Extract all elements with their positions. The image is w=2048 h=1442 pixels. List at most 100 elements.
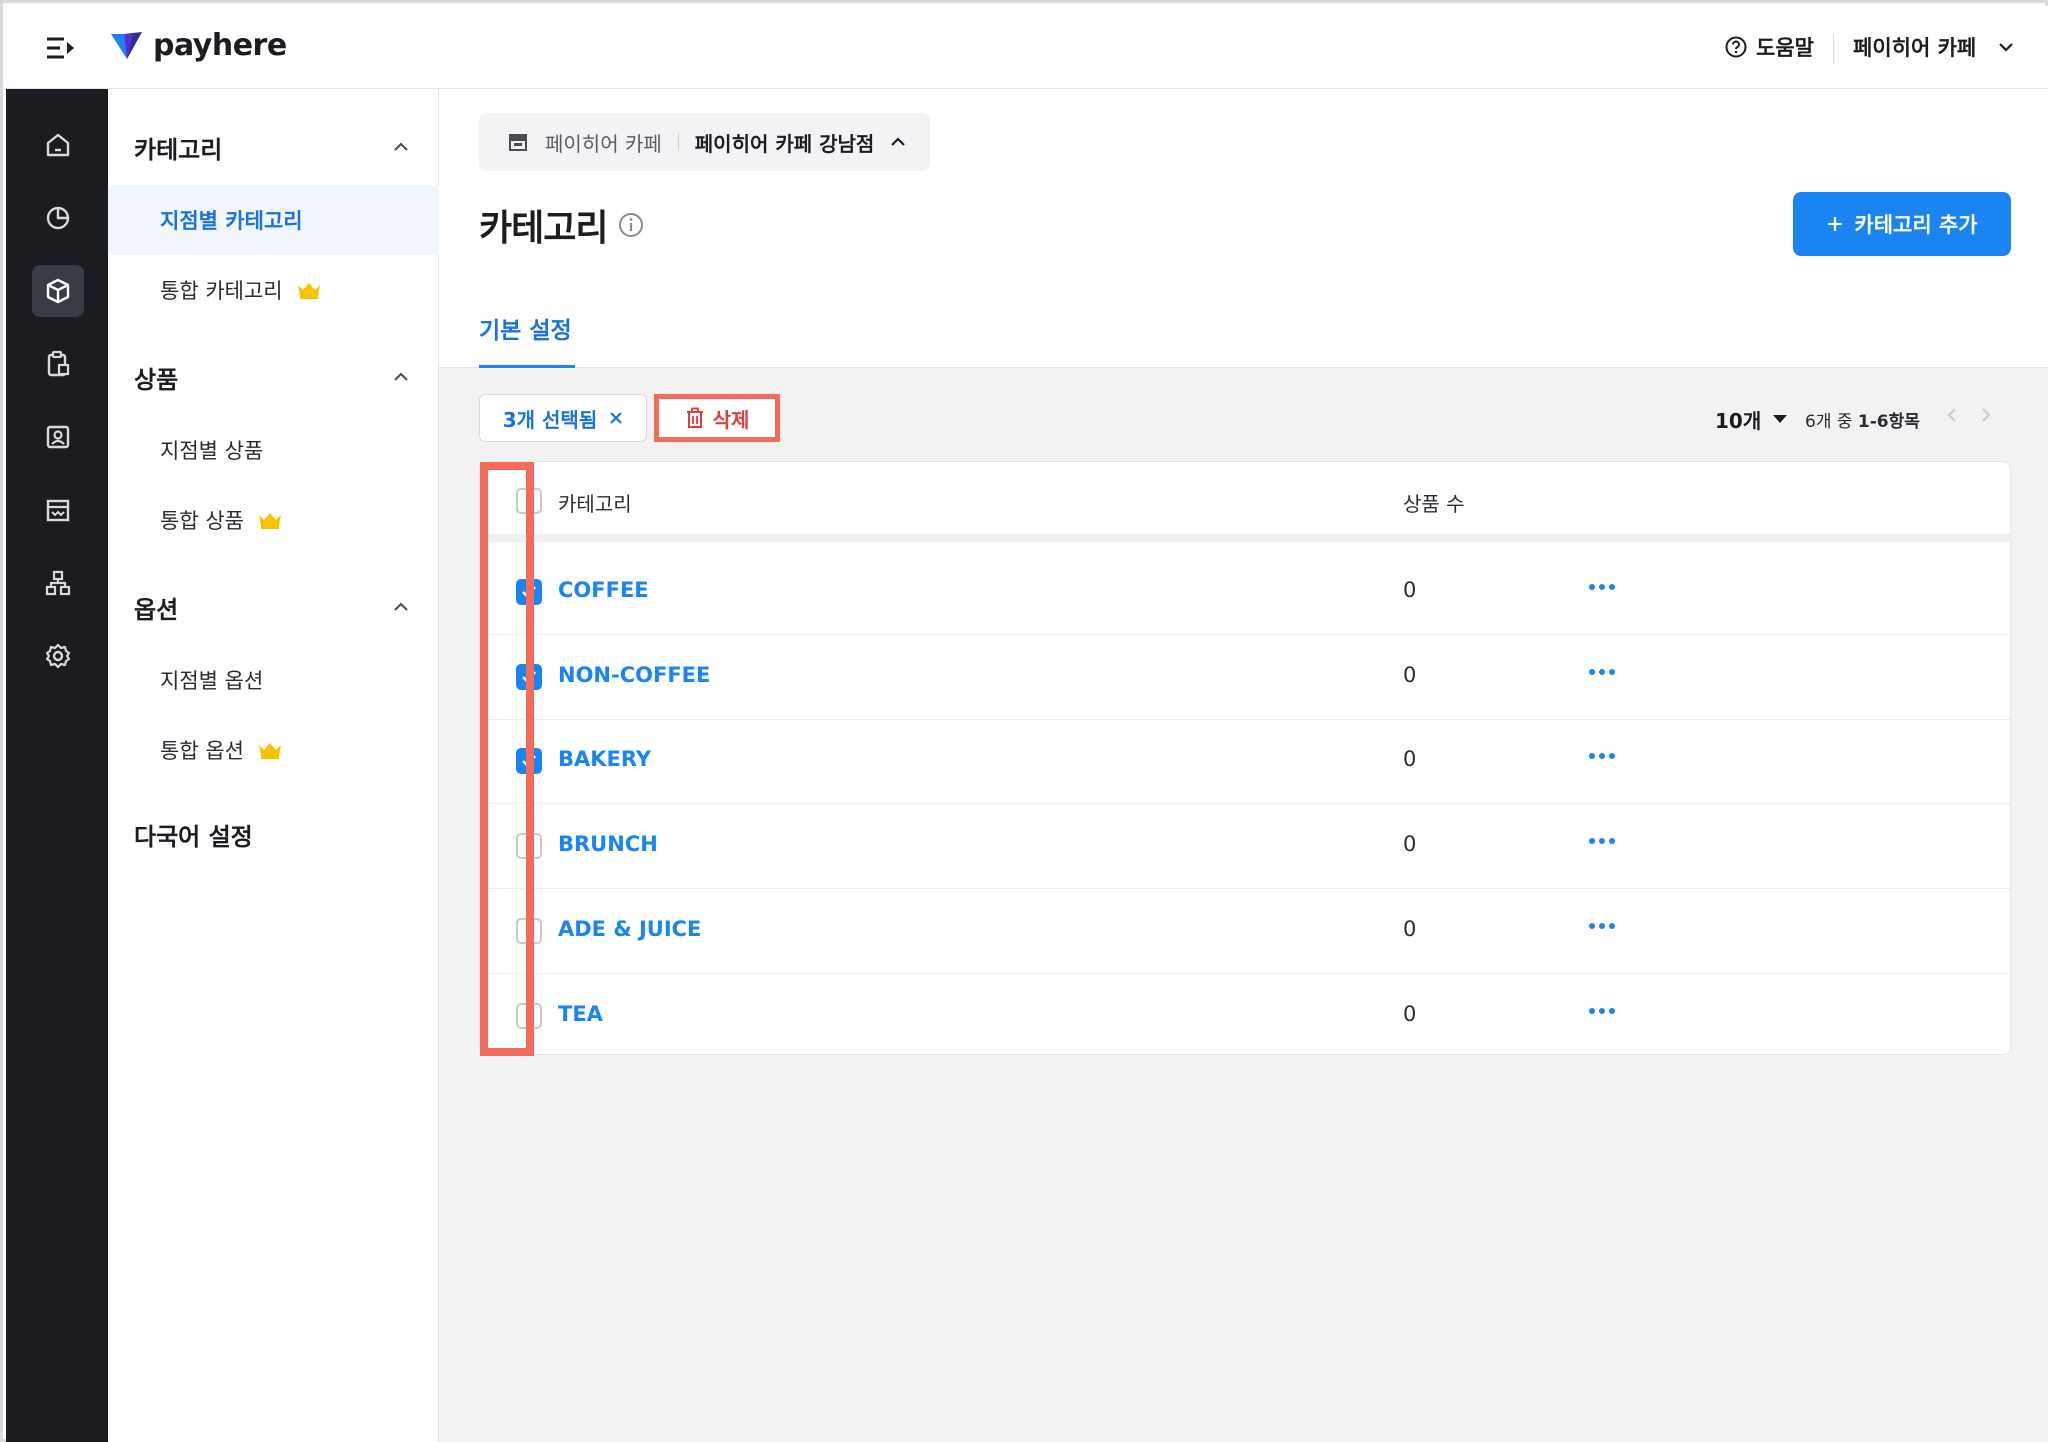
row-checkbox[interactable]: [516, 1002, 542, 1029]
row-more-button[interactable]: [1588, 576, 1616, 595]
row-checkbox[interactable]: [516, 748, 542, 775]
table-row[interactable]: BAKERY 0: [480, 719, 2010, 805]
info-icon[interactable]: [617, 211, 645, 239]
chevron-right-icon[interactable]: [1981, 407, 1991, 423]
delete-label: 삭제: [712, 407, 750, 432]
product-count: 0: [1403, 916, 1417, 941]
nav-item-integrated-product[interactable]: 통합 상품: [108, 485, 439, 555]
contact-card-icon: [46, 425, 70, 449]
top-header: payhere 도움말 페이히어 카페: [6, 6, 2048, 89]
store-switcher[interactable]: 페이히어 카페: [1853, 32, 2014, 62]
nav-section-title: 카테고리: [134, 135, 223, 164]
nav-item-label: 통합 상품: [160, 509, 244, 533]
logo[interactable]: payhere: [111, 28, 287, 63]
chevron-up-icon: [394, 602, 408, 611]
select-all-checkbox[interactable]: [516, 488, 542, 514]
store-breadcrumb[interactable]: 페이히어 카페 페이히어 카페 강남점: [479, 113, 931, 171]
category-name-link[interactable]: TEA: [558, 1002, 603, 1026]
more-horizontal-icon: [1589, 838, 1615, 845]
nav-item-integrated-option[interactable]: 통합 옵션: [108, 715, 439, 785]
close-icon[interactable]: [609, 411, 623, 425]
row-checkbox[interactable]: [516, 579, 542, 605]
category-name-link[interactable]: BAKERY: [558, 747, 651, 771]
table-row[interactable]: NON-COFFEE 0: [480, 635, 2010, 720]
row-checkbox[interactable]: [516, 917, 542, 944]
rail-store[interactable]: [32, 484, 84, 536]
selection-chip[interactable]: 3개 선택됨: [479, 394, 647, 442]
plus-icon: [1828, 217, 1843, 231]
chevron-up-icon: [394, 372, 408, 381]
range-value: 1-6항목: [1857, 412, 1920, 432]
rail-home[interactable]: [32, 119, 84, 171]
nav-item-integrated-category[interactable]: 통합 카테고리: [108, 255, 439, 325]
chevron-left-icon[interactable]: [1947, 407, 1957, 423]
check-icon: [522, 670, 536, 683]
crown-icon: [258, 743, 281, 759]
question-circle-icon: [1725, 36, 1747, 58]
menu-toggle-icon[interactable]: [44, 34, 76, 62]
table-row[interactable]: BRUNCH 0: [480, 804, 2010, 890]
secondary-nav: 카테고리 지점별 카테고리 통합 카테고리 상품 지점별 상품 통합 상품 옵션…: [108, 89, 439, 1442]
nav-item-label: 통합 옵션: [160, 739, 244, 763]
breadcrumb-branch: 페이히어 카페 강남점: [694, 131, 875, 156]
more-horizontal-icon: [1589, 584, 1615, 590]
rail-organization[interactable]: [32, 557, 84, 609]
table-row[interactable]: COFFEE 0: [480, 550, 2010, 635]
trash-icon: [686, 407, 703, 428]
main-content: 페이히어 카페 페이히어 카페 강남점 카테고리 카테고리 추가 기본 설정 3…: [439, 89, 2048, 1442]
rail-products[interactable]: [32, 265, 84, 317]
crown-icon: [258, 513, 281, 529]
pagination-range: 6개 중 1-6항목: [1805, 407, 1920, 432]
category-name-link[interactable]: BRUNCH: [558, 832, 658, 856]
delete-button[interactable]: 삭제: [654, 394, 780, 442]
header-divider: [1833, 34, 1834, 64]
rail-orders[interactable]: [32, 338, 84, 390]
nav-section-category[interactable]: 카테고리: [108, 117, 439, 177]
store-name: 페이히어 카페: [1853, 36, 1977, 60]
column-header-product-count: 상품 수: [1403, 492, 1465, 516]
crown-icon: [297, 283, 320, 299]
table-row[interactable]: ADE & JUICE 0: [480, 889, 2010, 974]
category-name-link[interactable]: ADE & JUICE: [558, 917, 701, 941]
row-more-button[interactable]: [1588, 745, 1616, 764]
table-row[interactable]: TEA 0: [480, 974, 2010, 1055]
nav-section-option[interactable]: 옵션: [108, 577, 439, 637]
breadcrumb-separator: [677, 133, 679, 151]
rail-customers[interactable]: [32, 411, 84, 463]
chevron-up-icon: [394, 142, 408, 151]
tab-basic-settings[interactable]: 기본 설정: [479, 311, 575, 368]
help-label: 도움말: [1756, 36, 1814, 60]
page-size-select[interactable]: 10개: [1715, 405, 1788, 434]
category-name-link[interactable]: COFFEE: [558, 578, 649, 602]
category-name-link[interactable]: NON-COFFEE: [558, 663, 710, 687]
page-title-text: 카테고리: [479, 208, 608, 249]
range-prefix: 6개 중: [1805, 412, 1853, 432]
breadcrumb-store: 페이히어 카페: [545, 131, 662, 156]
product-count: 0: [1403, 578, 1417, 602]
selected-count-label: 3개 선택됨: [502, 407, 598, 432]
row-more-button[interactable]: [1588, 1000, 1616, 1019]
row-more-button[interactable]: [1588, 915, 1616, 934]
rail-reports[interactable]: [32, 192, 84, 244]
nav-item-branch-product[interactable]: 지점별 상품: [108, 415, 439, 485]
row-more-button[interactable]: [1588, 830, 1616, 849]
nav-item-branch-option[interactable]: 지점별 옵션: [108, 645, 439, 715]
column-header-category: 카테고리: [558, 492, 632, 516]
row-checkbox[interactable]: [516, 663, 542, 690]
nav-item-branch-category[interactable]: 지점별 카테고리: [108, 185, 439, 255]
gear-icon: [45, 643, 71, 669]
add-category-button[interactable]: 카테고리 추가: [1793, 192, 2011, 256]
org-chart-icon: [45, 570, 71, 596]
clipboard-icon: [47, 350, 70, 377]
nav-section-product[interactable]: 상품: [108, 347, 439, 407]
help-link[interactable]: 도움말: [1724, 32, 1814, 62]
more-horizontal-icon: [1589, 922, 1615, 929]
nav-section-title: 상품: [134, 365, 179, 394]
row-checkbox[interactable]: [516, 833, 542, 860]
storefront-icon: [509, 134, 527, 151]
row-more-button[interactable]: [1588, 661, 1616, 680]
caret-down-icon: [1773, 415, 1788, 423]
logo-text: payhere: [153, 28, 287, 63]
rail-settings[interactable]: [32, 630, 84, 682]
nav-item-multilanguage[interactable]: 다국어 설정: [134, 817, 253, 852]
